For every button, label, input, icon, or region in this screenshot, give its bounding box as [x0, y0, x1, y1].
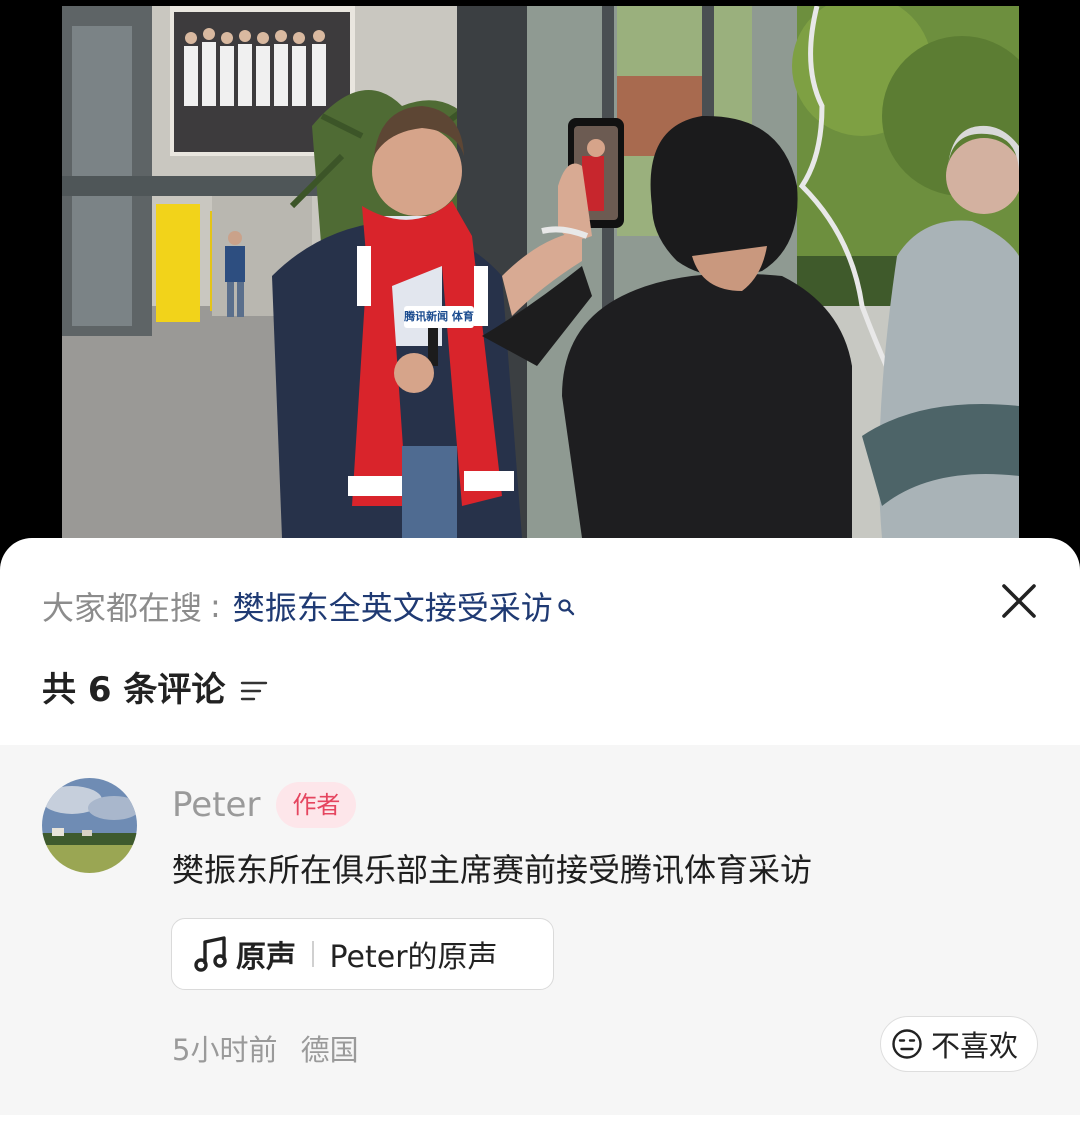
sound-name: Peter的原声 — [329, 940, 498, 975]
close-icon — [1002, 584, 1036, 618]
music-note-icon — [194, 935, 230, 973]
comment-count-text: 共 6 条评论 — [42, 669, 226, 710]
comment-meta: 5小时前 德国 — [172, 1027, 359, 1069]
video-player[interactable]: 腾讯新闻 体育 — [62, 6, 1019, 538]
microphone-flag-label: 腾讯新闻 体育 — [404, 306, 474, 328]
dislike-label: 不喜欢 — [931, 1029, 1019, 1063]
sound-chip-divider — [312, 941, 314, 967]
comment-count-header: 共 6 条评论 — [42, 664, 269, 710]
neutral-face-icon — [891, 1028, 923, 1060]
trending-search-row: 大家都在搜 : 樊振东全英文接受采访 — [42, 584, 575, 628]
comment-item: Peter 作者 樊振东所在俱乐部主席赛前接受腾讯体育采访 原声 Peter的原… — [0, 745, 1080, 1115]
comment-text: 樊振东所在俱乐部主席赛前接受腾讯体育采访 — [172, 851, 813, 889]
comment-author-row: Peter 作者 — [172, 781, 357, 829]
comment-time: 5小时前 — [172, 1033, 278, 1067]
comment-location: 德国 — [300, 1033, 359, 1067]
search-icon[interactable] — [557, 586, 575, 616]
avatar[interactable] — [42, 778, 137, 873]
comment-author-name[interactable]: Peter — [172, 785, 260, 825]
sound-label: 原声 — [236, 940, 296, 975]
author-badge: 作者 — [276, 782, 357, 828]
trending-search-link[interactable]: 樊振东全英文接受采访 — [233, 583, 553, 629]
trending-search-separator: : — [210, 587, 221, 625]
comment-sheet: 大家都在搜 : 樊振东全英文接受采访 共 6 条评论 Peter 作者 樊振东所… — [0, 538, 1080, 1128]
trending-search-prefix: 大家都在搜 — [42, 589, 203, 627]
video-frame — [62, 6, 1019, 538]
close-button[interactable] — [996, 578, 1042, 624]
original-sound-chip[interactable]: 原声 Peter的原声 — [171, 918, 554, 990]
sort-icon[interactable] — [239, 673, 269, 701]
page: 腾讯新闻 体育 大家都在搜 : 樊振东全英文接受采访 共 6 条评论 Peter… — [0, 0, 1080, 1128]
dislike-button[interactable]: 不喜欢 — [880, 1016, 1038, 1072]
